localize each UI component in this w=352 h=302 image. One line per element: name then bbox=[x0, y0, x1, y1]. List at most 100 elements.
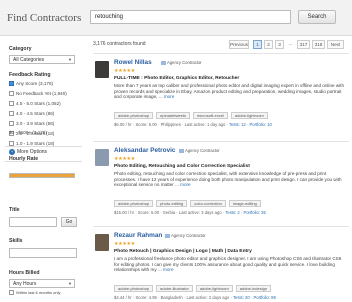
pagination-page-317[interactable]: 317 bbox=[297, 40, 310, 49]
description-text: More than 7 years as top caliber and pro… bbox=[114, 83, 345, 100]
checkbox[interactable] bbox=[9, 111, 14, 117]
category-select-value: All Categories bbox=[13, 57, 45, 63]
skill-tag[interactable]: adobe-photoshop bbox=[114, 200, 154, 207]
rating-option-3-0[interactable]: 3.0 - 3.9 Stars (56) bbox=[9, 121, 55, 127]
skill-tag[interactable]: color-correction bbox=[190, 200, 226, 207]
location: Philippines bbox=[160, 122, 181, 127]
skill-tags: adobe-photoshop adobe-illustrator adobe-… bbox=[114, 285, 272, 292]
portfolio-link[interactable]: Portfolio: 10 bbox=[250, 122, 272, 127]
rating-option-label: 4.5 - 5.0 Stars (1,062) bbox=[16, 101, 61, 106]
more-link[interactable]: more bbox=[163, 267, 173, 272]
hourly-rate-slider-fill bbox=[10, 174, 74, 177]
skills-filter-heading: Skills bbox=[9, 238, 23, 244]
hourly-rate-slider[interactable] bbox=[9, 173, 75, 178]
category-select[interactable]: All Categories ▼ bbox=[9, 55, 75, 64]
location: Serbia bbox=[162, 210, 176, 215]
rating-option-no-feedback[interactable]: No Feedback Yet (1,940) bbox=[9, 91, 67, 97]
rating-option-4-0[interactable]: 4.0 - 4.5 Stars (86) bbox=[9, 111, 54, 117]
contractor-name[interactable]: Rowel Nillas bbox=[114, 59, 152, 66]
feedback-score: Score: 5.00 bbox=[135, 122, 157, 127]
divider bbox=[5, 146, 82, 147]
more-link[interactable]: more bbox=[164, 94, 174, 99]
skill-tag[interactable]: adobe-lightroom bbox=[230, 112, 268, 119]
page-title: Find Contractors bbox=[7, 12, 82, 24]
results-count: 3,176 contractors found bbox=[93, 41, 146, 47]
star-rating: ★★★★★ bbox=[114, 241, 135, 247]
checkbox[interactable] bbox=[9, 91, 14, 97]
filter-sidebar: Category All Categories ▼ Feedback Ratin… bbox=[0, 36, 87, 302]
skill-tag[interactable]: adobe-lightroom bbox=[195, 285, 233, 292]
portfolio-link[interactable]: Portfolio: 35 bbox=[243, 210, 265, 215]
tests-link[interactable]: Tests: 20 bbox=[233, 295, 250, 300]
hourly-rate: $4.44 / hr bbox=[114, 295, 132, 300]
avatar[interactable] bbox=[95, 149, 109, 166]
contractor-name[interactable]: Rezaur Rahman bbox=[114, 232, 162, 239]
skill-tag[interactable]: image-editing bbox=[228, 200, 261, 207]
contractor-headline: Photo Editing, Retouching and Color Corr… bbox=[114, 164, 250, 169]
skill-tag[interactable]: adobe-photoshop bbox=[114, 112, 154, 119]
star-rating: ★★★★★ bbox=[114, 156, 135, 162]
feedback-score: Score: 5.00 bbox=[137, 210, 160, 215]
skill-tag[interactable]: photo-editing bbox=[156, 200, 188, 207]
checkbox[interactable] bbox=[9, 81, 14, 87]
skill-tag[interactable]: adobe-illustrator bbox=[156, 285, 193, 292]
more-options-link[interactable]: + More Options bbox=[9, 149, 47, 155]
skill-tag[interactable]: adobe-indesign bbox=[235, 285, 272, 292]
hours-billed-select[interactable]: Any Hours ▼ bbox=[9, 279, 75, 288]
hours-billed-heading: Hours Billed bbox=[9, 270, 40, 276]
go-button[interactable]: Go bbox=[61, 217, 77, 227]
hours-billed-select-value: Any Hours bbox=[13, 281, 37, 287]
rating-option-label: No Feedback Yet (1,940) bbox=[16, 91, 67, 96]
checkbox[interactable] bbox=[9, 121, 14, 127]
within-label: Within last 6 months only bbox=[16, 290, 61, 295]
agency-label: Agency Contractor bbox=[167, 60, 202, 65]
pagination-page-2[interactable]: 2 bbox=[264, 40, 273, 49]
skill-tag[interactable]: microsoft-excel bbox=[192, 112, 228, 119]
contractor-name[interactable]: Aleksandar Petrovic bbox=[114, 147, 175, 154]
hourly-rate: $6.00 / hr bbox=[114, 122, 132, 127]
skills-filter-input[interactable] bbox=[9, 248, 77, 258]
pagination-next[interactable]: Next bbox=[327, 40, 344, 49]
skill-tag[interactable]: epinadetweets bbox=[156, 112, 190, 119]
pagination-previous[interactable]: Previous bbox=[229, 40, 249, 49]
contractor-meta: $15.00 / hr · Score: 5.00 · Serbia · Las… bbox=[114, 210, 266, 215]
contractor-card: Aleksandar Petrovic Agency Contractor ★★… bbox=[93, 141, 349, 223]
contractor-description: More than 7 years as top caliber and pro… bbox=[114, 83, 344, 100]
search-button[interactable]: Search bbox=[298, 10, 336, 24]
skill-tag[interactable]: adobe-photoshop bbox=[114, 285, 154, 292]
agency-icon bbox=[179, 148, 184, 153]
hourly-rate-range: $0 - $100+ (3,176) bbox=[9, 130, 47, 135]
avatar[interactable] bbox=[95, 61, 109, 78]
tests-link[interactable]: Tests: 2 bbox=[225, 210, 239, 215]
feedback-score: Score: 4.95 bbox=[135, 295, 157, 300]
contractor-description: Photo editing, retouching and color corr… bbox=[114, 171, 344, 188]
within-last-6-months-option[interactable]: Within last 6 months only bbox=[9, 290, 61, 296]
rating-option-label: 3.0 - 3.9 Stars (56) bbox=[16, 121, 55, 126]
checkbox[interactable] bbox=[9, 101, 14, 107]
contractor-headline: FULL-TIME : Photo Editor, Graphics Edito… bbox=[114, 76, 240, 81]
agency-badge: Agency Contractor bbox=[165, 233, 206, 238]
checkbox[interactable] bbox=[9, 290, 14, 296]
rating-option-4-5[interactable]: 4.5 - 5.0 Stars (1,062) bbox=[9, 101, 61, 107]
search-input[interactable]: retouching bbox=[90, 10, 291, 24]
title-filter-heading: Title bbox=[9, 207, 20, 213]
skill-tags: adobe-photoshop photo-editing color-corr… bbox=[114, 200, 261, 207]
agency-badge: Agency Contractor bbox=[179, 148, 220, 153]
title-filter-input[interactable] bbox=[9, 217, 57, 227]
top-bar: Find Contractors retouching Search bbox=[0, 0, 352, 36]
more-link[interactable]: more bbox=[180, 182, 190, 187]
description-text: Photo editing, retouching and color corr… bbox=[114, 171, 342, 188]
more-options-label: More Options bbox=[17, 149, 48, 155]
portfolio-link[interactable]: Portfolio: 89 bbox=[253, 295, 275, 300]
rating-option-any[interactable]: Any Score (3,176) bbox=[9, 81, 53, 87]
contractor-description: I am a professional freelance photo edit… bbox=[114, 256, 344, 273]
tests-link[interactable]: Tests: 12 bbox=[229, 122, 246, 127]
pagination-page-3[interactable]: 3 bbox=[275, 40, 284, 49]
agency-icon bbox=[161, 60, 166, 65]
contractor-card: Rowel Nillas Agency Contractor ★★★★★ FUL… bbox=[93, 53, 349, 135]
pagination-page-318[interactable]: 318 bbox=[312, 40, 325, 49]
contractor-meta: $6.00 / hr · Score: 5.00 · Philippines ·… bbox=[114, 122, 272, 127]
pagination-page-1[interactable]: 1 bbox=[253, 40, 262, 49]
agency-icon bbox=[165, 233, 170, 238]
avatar[interactable] bbox=[95, 234, 109, 251]
